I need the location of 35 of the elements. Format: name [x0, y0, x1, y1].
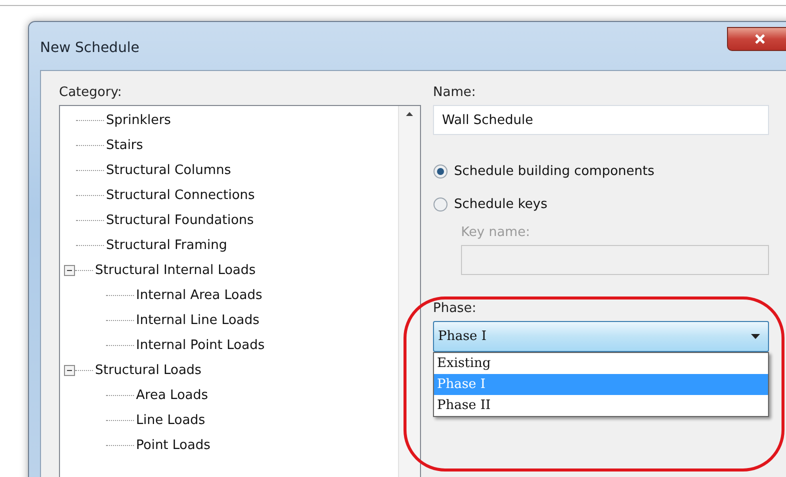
name-label: Name: — [433, 85, 477, 100]
close-icon — [755, 34, 765, 44]
window-title: New Schedule — [40, 40, 140, 56]
scrollbar[interactable] — [398, 106, 420, 477]
tree-item[interactable]: Point Loads — [134, 438, 212, 453]
dropdown-arrow-icon — [751, 334, 760, 339]
phase-option[interactable]: Phase II — [434, 395, 768, 416]
radio-label: Schedule keys — [454, 197, 548, 212]
category-label: Category: — [59, 85, 123, 100]
radio-button[interactable] — [433, 164, 448, 179]
collapse-icon[interactable] — [64, 365, 75, 376]
tree-item[interactable]: Structural Foundations — [104, 213, 256, 228]
phase-option[interactable]: Existing — [434, 353, 768, 374]
phase-label: Phase: — [433, 301, 478, 316]
tree-item[interactable]: Internal Area Loads — [134, 288, 264, 303]
close-button[interactable] — [727, 27, 786, 51]
phase-dropdown[interactable]: Phase I — [433, 321, 769, 352]
tree-item[interactable]: Structural Columns — [104, 163, 234, 178]
radio-button[interactable] — [433, 197, 448, 212]
tree-item[interactable]: Line Loads — [134, 413, 208, 428]
collapse-icon[interactable] — [64, 265, 75, 276]
name-input[interactable]: Wall Schedule — [433, 105, 769, 135]
tree-item[interactable]: Structural Internal Loads — [93, 263, 258, 278]
tree-item[interactable]: Structural Connections — [104, 188, 257, 203]
tree-item[interactable]: Stairs — [104, 138, 146, 153]
tree-item[interactable]: Sprinklers — [104, 113, 173, 128]
tree-item[interactable]: Internal Point Loads — [134, 338, 267, 353]
radio-label: Schedule building components — [454, 164, 654, 179]
tree-item[interactable]: Internal Line Loads — [134, 313, 262, 328]
tree-item[interactable]: Area Loads — [134, 388, 210, 403]
tree-item[interactable]: Structural Framing — [104, 238, 230, 253]
scroll-up-arrow-icon[interactable] — [406, 112, 413, 116]
key-name-label: Key name: — [461, 225, 531, 240]
tree-item[interactable]: Structural Loads — [93, 363, 204, 378]
key-name-input[interactable] — [461, 245, 769, 275]
